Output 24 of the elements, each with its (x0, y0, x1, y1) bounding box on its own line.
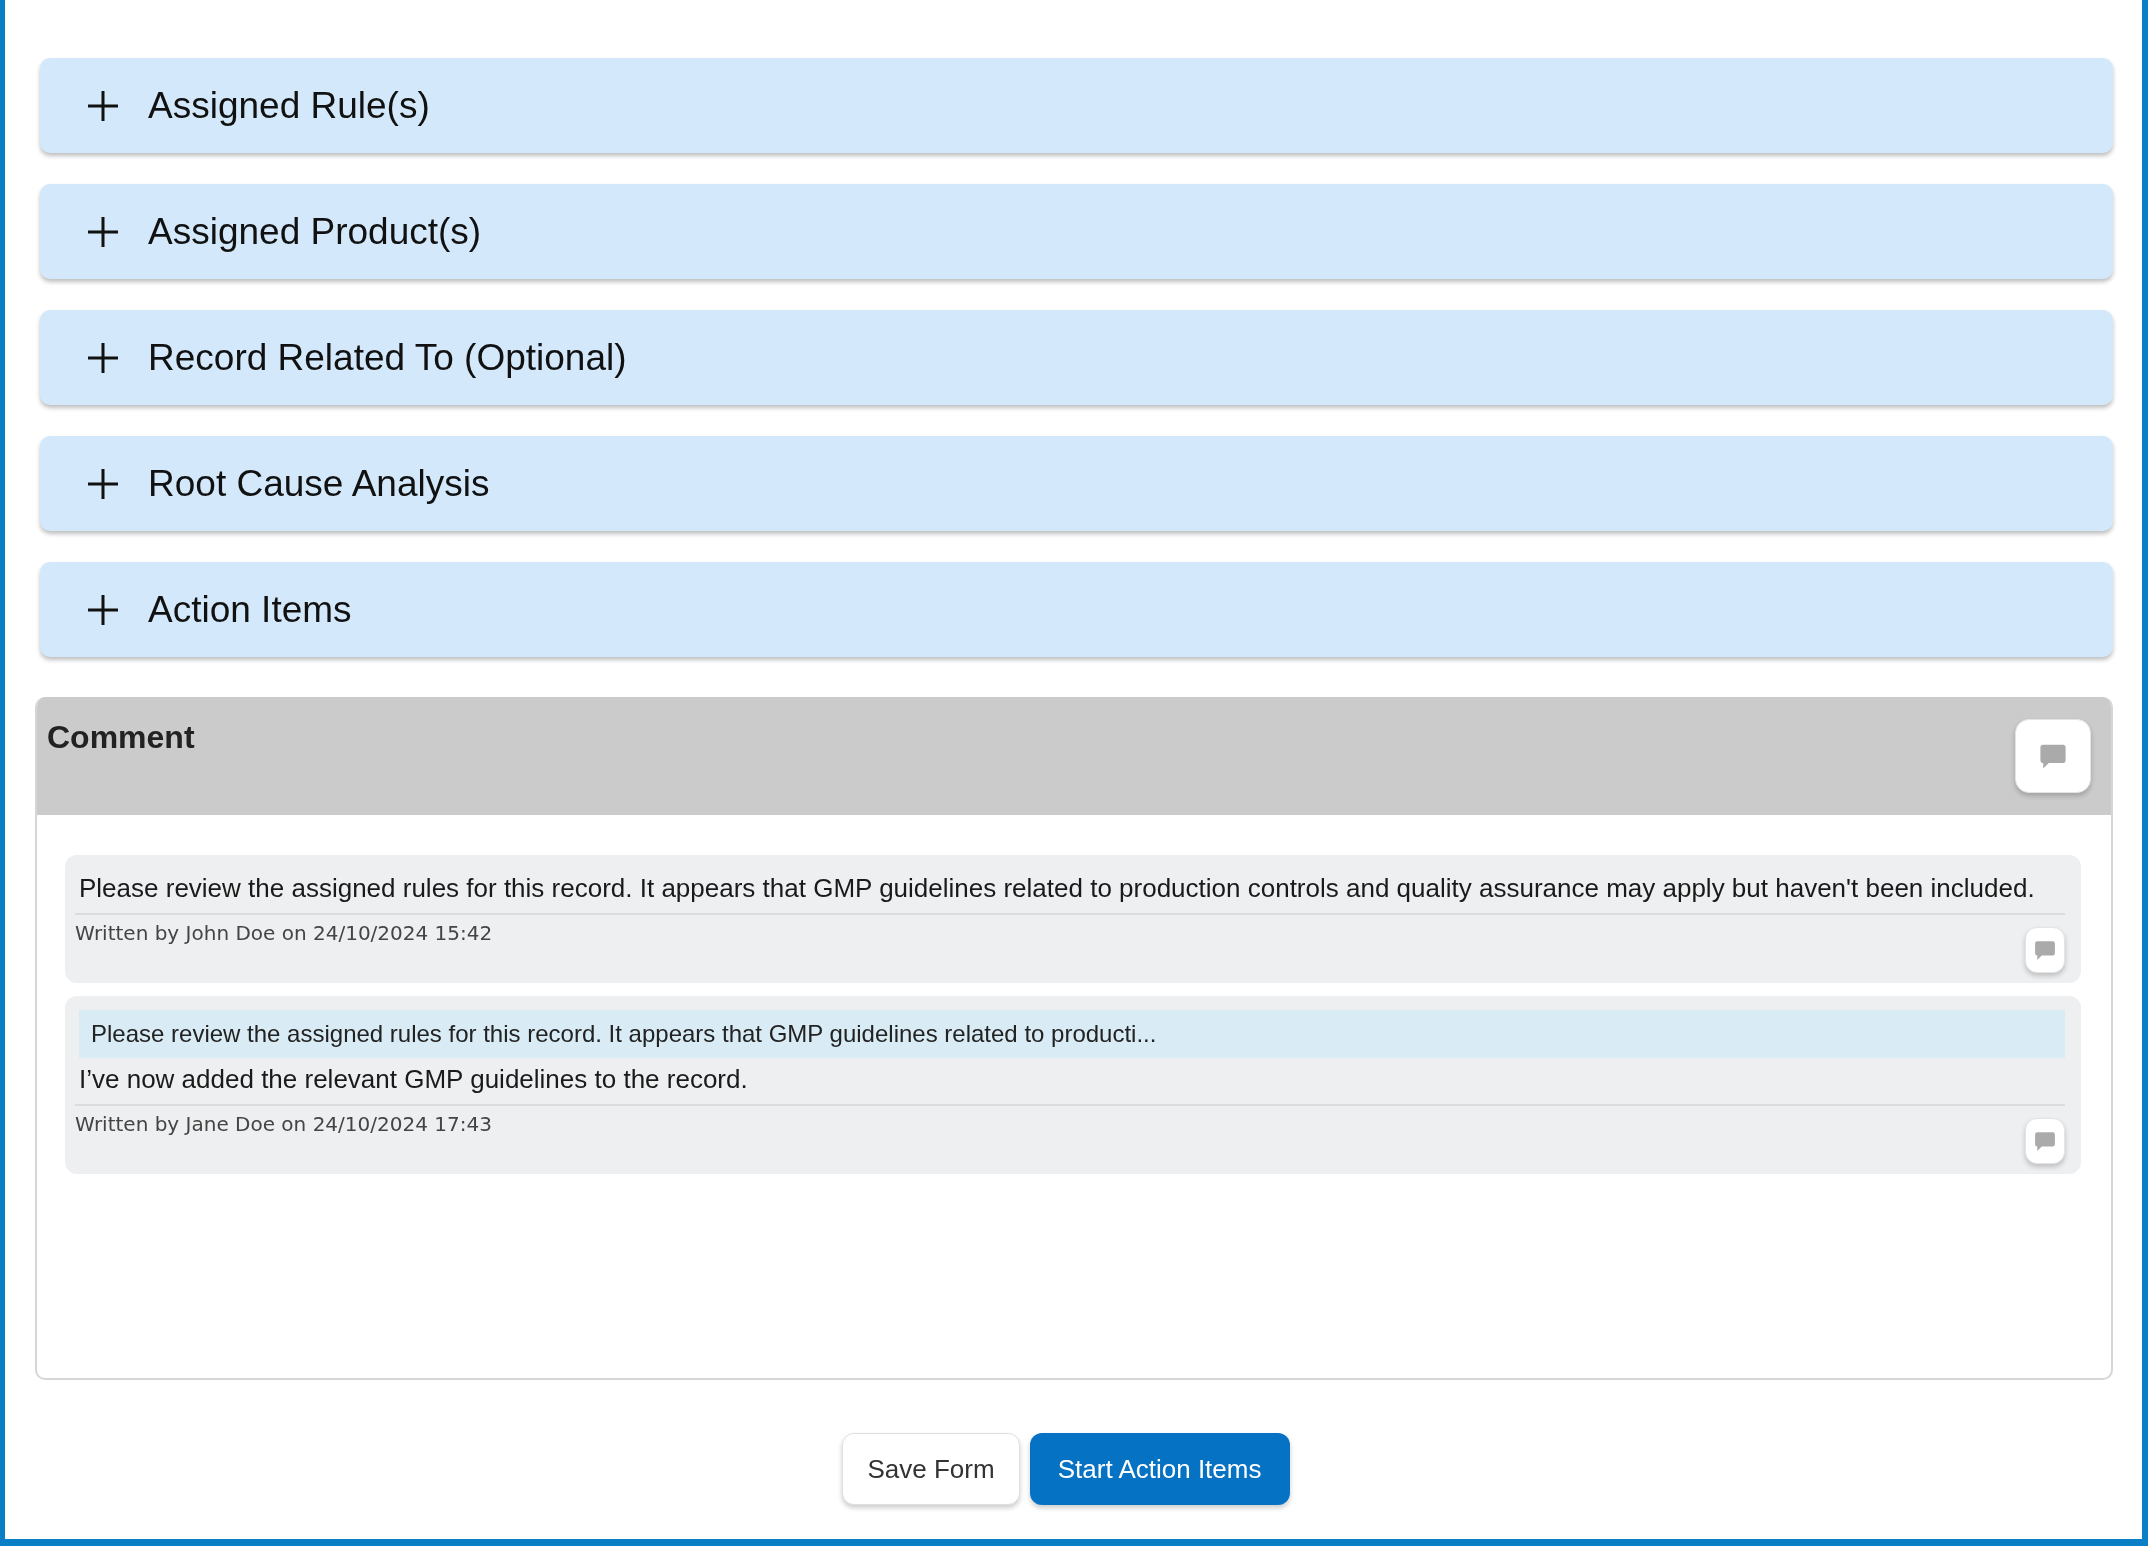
comment-author-line: Written by Jane Doe on 24/10/2024 17:43 (75, 1111, 492, 1136)
quoted-comment: Please review the assigned rules for this record. It appears that GMP guidelines related to producti... (79, 1010, 2065, 1058)
plus-icon (88, 90, 118, 121)
plus-icon (88, 216, 118, 247)
comment-text: Please review the assigned rules for this record. It appears that GMP guidelines related to production controls and quality assurance may apply but haven't been included. (78, 872, 2036, 905)
plus-icon (88, 342, 118, 373)
secondary-button[interactable]: Save Form (842, 1433, 1020, 1505)
accordion-header[interactable]: Root Cause Analysis (40, 436, 2113, 531)
comment-author-line: Written by John Doe on 24/10/2024 15:42 (75, 920, 493, 945)
accordion-header[interactable]: Assigned Rule(s) (40, 58, 2113, 153)
add-comment-button[interactable] (2015, 719, 2091, 793)
accordion-header[interactable]: Action Items (40, 562, 2113, 657)
reply-button[interactable] (2025, 1118, 2065, 1164)
comment-text: I’ve now added the relevant GMP guidelines to the record. (78, 1063, 749, 1096)
accordion-header[interactable]: Assigned Product(s) (40, 184, 2113, 279)
panel-title: Comment (47, 719, 195, 756)
speech-bubble-icon (2039, 742, 2067, 770)
primary-button[interactable]: Start Action Items (1029, 1433, 1290, 1505)
accordion-header[interactable]: Record Related To (Optional) (40, 310, 2113, 405)
plus-icon (88, 468, 118, 499)
speech-bubble-icon (2034, 1130, 2056, 1152)
plus-icon (88, 594, 118, 625)
reply-button[interactable] (2025, 927, 2065, 973)
speech-bubble-icon (2034, 939, 2056, 961)
